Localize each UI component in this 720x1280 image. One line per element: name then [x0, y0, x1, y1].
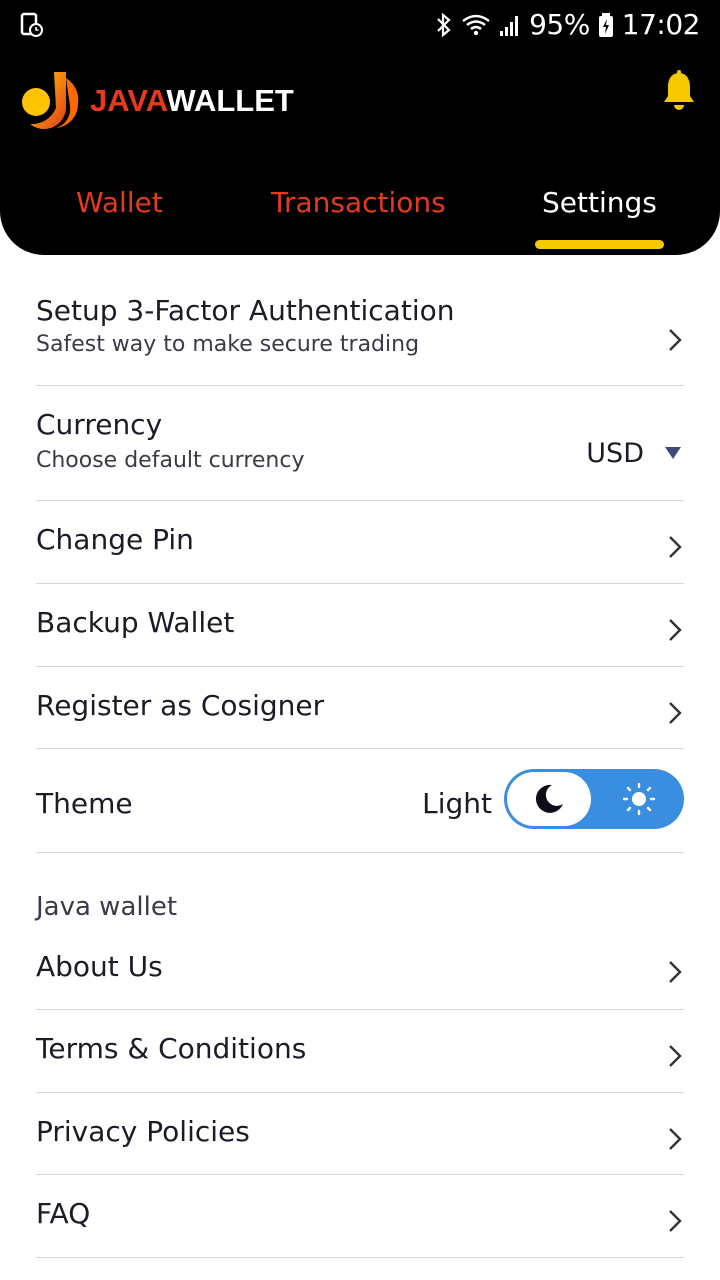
setting-backup-wallet[interactable]: Backup Wallet: [36, 584, 684, 667]
setting-title: FAQ: [36, 1197, 91, 1230]
theme-value-label: Light: [422, 787, 492, 820]
chevron-right-icon: [669, 329, 682, 351]
bell-icon[interactable]: [662, 70, 696, 116]
theme-toggle[interactable]: [504, 769, 684, 829]
setting-three-factor[interactable]: Setup 3-Factor Authentication Safest way…: [36, 286, 684, 386]
section-header-java-wallet: Java wallet: [36, 892, 178, 922]
brand-wallet: WALLET: [166, 83, 294, 118]
app-header: 95% 17:02 JAVAWALLET Wallet Transactions…: [0, 0, 720, 255]
clock: 17:02: [621, 8, 701, 41]
java-wallet-logo-mark: [22, 72, 79, 130]
battery-percent: 95%: [529, 8, 590, 41]
screenshot-notification-icon: [20, 12, 44, 42]
setting-subtitle: Safest way to make secure trading: [36, 332, 420, 357]
chevron-right-icon: [669, 961, 682, 983]
currency-select-value[interactable]: USD: [586, 438, 644, 469]
bluetooth-icon: [435, 12, 453, 38]
tab-wallet[interactable]: Wallet: [76, 186, 163, 219]
caret-down-icon[interactable]: [664, 446, 682, 460]
app-name: JAVAWALLET: [90, 83, 294, 119]
setting-privacy-policies[interactable]: Privacy Policies: [36, 1093, 684, 1175]
setting-subtitle: Choose default currency: [36, 448, 305, 473]
app-logo: JAVAWALLET: [20, 68, 294, 134]
battery-charging-icon: [598, 12, 614, 38]
active-tab-indicator: [535, 240, 664, 249]
setting-faq[interactable]: FAQ: [36, 1175, 684, 1258]
setting-title: Currency: [36, 408, 163, 441]
setting-change-pin[interactable]: Change Pin: [36, 501, 684, 584]
setting-register-cosigner[interactable]: Register as Cosigner: [36, 667, 684, 749]
setting-about-us[interactable]: About Us: [36, 930, 684, 1010]
setting-title: Setup 3-Factor Authentication: [36, 294, 455, 327]
sun-icon: [622, 782, 656, 816]
tab-bar: Wallet Transactions Settings: [0, 178, 720, 249]
signal-icon: [499, 13, 521, 37]
setting-title: Privacy Policies: [36, 1115, 250, 1148]
tab-transactions[interactable]: Transactions: [271, 186, 446, 219]
chevron-right-icon: [669, 536, 682, 558]
setting-currency[interactable]: Currency Choose default currency USD: [36, 386, 684, 501]
setting-title: About Us: [36, 950, 163, 983]
chevron-right-icon: [669, 702, 682, 724]
chevron-right-icon: [669, 1128, 682, 1150]
setting-title: Terms & Conditions: [36, 1032, 307, 1065]
status-bar: 95% 17:02: [0, 0, 720, 52]
setting-terms-conditions[interactable]: Terms & Conditions: [36, 1010, 684, 1093]
setting-title: Change Pin: [36, 523, 194, 556]
brand-java: JAVA: [90, 83, 167, 118]
toggle-knob: [507, 772, 591, 826]
moon-icon: [535, 784, 563, 813]
setting-theme: Theme Light: [36, 749, 684, 853]
chevron-right-icon: [669, 1210, 682, 1232]
wifi-icon: [461, 13, 491, 37]
setting-title: Register as Cosigner: [36, 689, 325, 722]
chevron-right-icon: [669, 1045, 682, 1067]
setting-title: Backup Wallet: [36, 606, 235, 639]
tab-settings[interactable]: Settings: [542, 186, 657, 219]
chevron-right-icon: [669, 619, 682, 641]
setting-title: Theme: [36, 787, 133, 820]
